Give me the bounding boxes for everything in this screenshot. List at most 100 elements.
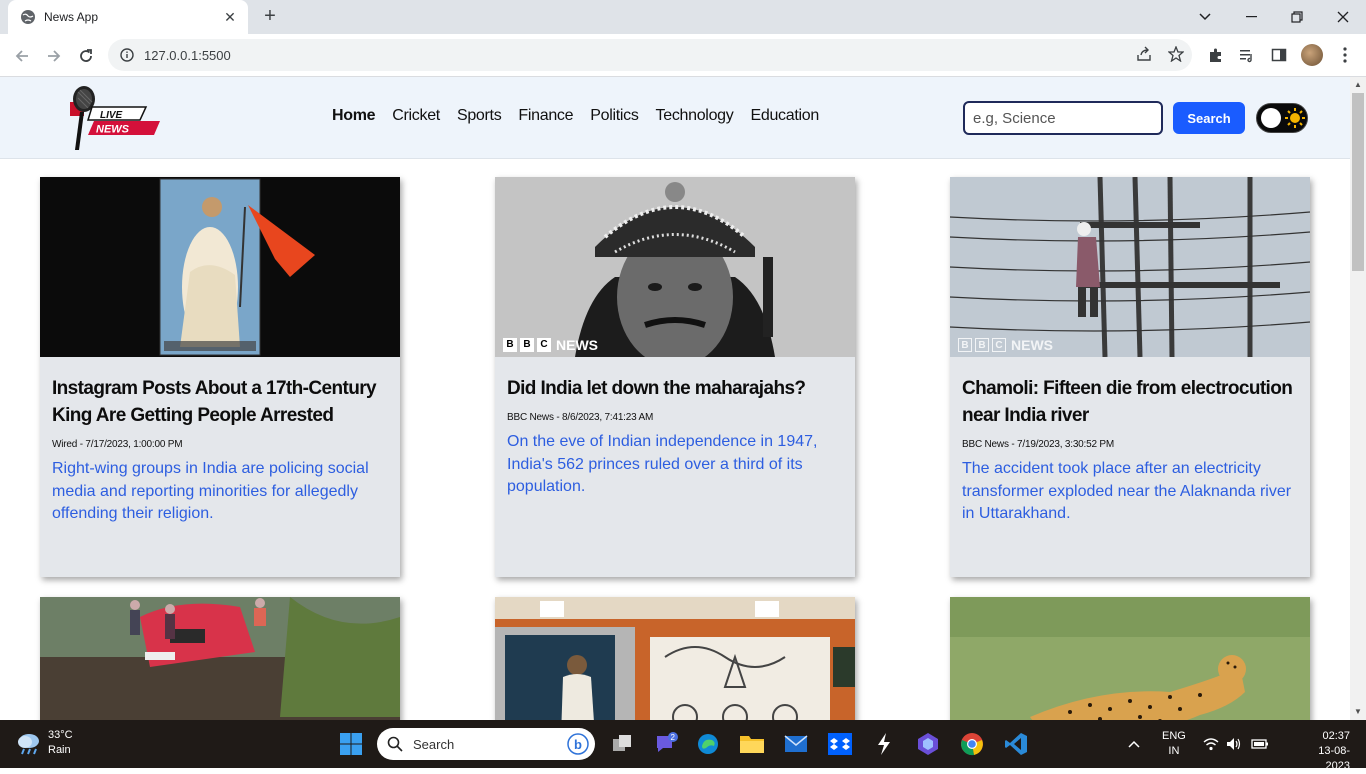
browser-tab[interactable]: News App ✕ xyxy=(8,0,248,34)
page-viewport: LIVE NEWS Home Cricket Sports Finance Po… xyxy=(0,77,1350,720)
tray-overflow-icon[interactable] xyxy=(1128,720,1140,768)
close-window-icon[interactable] xyxy=(1320,0,1366,34)
forward-arrow-icon[interactable] xyxy=(40,42,68,70)
news-card-image[interactable] xyxy=(495,597,855,720)
scroll-down-arrow-icon[interactable]: ▼ xyxy=(1353,707,1363,717)
nav-politics[interactable]: Politics xyxy=(590,107,639,125)
nav-home[interactable]: Home xyxy=(332,107,376,125)
copilot-app-icon[interactable] xyxy=(912,728,944,760)
battery-icon[interactable] xyxy=(1251,720,1269,768)
dropbox-icon[interactable] xyxy=(824,728,856,760)
news-card-description: Right-wing groups in India are policing … xyxy=(52,460,369,522)
sun-icon xyxy=(1285,108,1305,128)
news-card-source: BBC News - 7/19/2023, 3:30:52 PM xyxy=(962,439,1115,450)
language-indicator[interactable]: ENG IN xyxy=(1162,720,1186,768)
news-card-image[interactable] xyxy=(950,597,1310,720)
page-scrollbar[interactable]: ▲ ▼ xyxy=(1350,77,1366,720)
svg-text:b: b xyxy=(574,737,582,752)
file-explorer-icon[interactable] xyxy=(736,728,768,760)
news-card-body: Instagram Posts About a 17th-Century Kin… xyxy=(40,357,400,577)
task-view-icon[interactable] xyxy=(606,728,638,760)
main-nav: Home Cricket Sports Finance Politics Tec… xyxy=(332,107,836,125)
search-icon xyxy=(387,736,403,752)
search-input[interactable] xyxy=(963,101,1163,135)
taskbar-search-label: Search xyxy=(413,736,455,752)
news-card[interactable]: BBC NEWS Chamoli: Fifteen die from elect… xyxy=(950,177,1310,577)
chat-badge: 2 xyxy=(671,733,676,742)
volume-icon[interactable] xyxy=(1226,720,1242,768)
windows-taskbar: 33°C Rain Search b 2 ENG IN 02:37 13-08-… xyxy=(0,720,1366,772)
nav-technology[interactable]: Technology xyxy=(656,107,734,125)
news-card-source: Wired - 7/17/2023, 1:00:00 PM xyxy=(52,439,183,450)
news-card-image[interactable]: BBC NEWS xyxy=(495,177,855,357)
news-card-image[interactable]: BBC NEWS xyxy=(950,177,1310,357)
menu-kebab-icon[interactable] xyxy=(1334,44,1356,66)
bing-icon[interactable]: b xyxy=(567,733,589,755)
nav-cricket[interactable]: Cricket xyxy=(392,107,440,125)
logo-live-text: LIVE xyxy=(100,110,123,121)
news-card-description: The accident took place after an electri… xyxy=(962,460,1292,522)
scrollbar-thumb[interactable] xyxy=(1352,93,1364,271)
site-info-icon[interactable] xyxy=(120,48,134,62)
news-card-body: Chamoli: Fifteen die from electrocution … xyxy=(950,357,1310,577)
edge-icon[interactable] xyxy=(692,728,724,760)
tab-title: News App xyxy=(44,10,99,24)
bbc-news-badge: BBC NEWS xyxy=(503,337,598,353)
nav-education[interactable]: Education xyxy=(750,107,819,125)
globe-icon xyxy=(21,10,35,24)
bookmark-star-icon[interactable] xyxy=(1167,45,1185,67)
new-tab-button[interactable]: + xyxy=(258,5,282,29)
close-tab-icon[interactable]: ✕ xyxy=(222,9,238,26)
url-text: 127.0.0.1:5500 xyxy=(144,47,231,63)
profile-avatar[interactable] xyxy=(1301,44,1323,66)
weather-widget[interactable]: 33°C Rain xyxy=(16,728,73,758)
media-queue-icon[interactable] xyxy=(1236,44,1258,66)
system-clock[interactable]: 02:37 13-08-2023 xyxy=(1300,729,1350,774)
logo-news-text: NEWS xyxy=(96,124,130,136)
vscode-icon[interactable] xyxy=(1000,728,1032,760)
nav-sports[interactable]: Sports xyxy=(457,107,502,125)
search-button[interactable]: Search xyxy=(1173,102,1245,134)
news-card-title[interactable]: Did India let down the maharajahs? xyxy=(507,375,843,402)
news-card-description: On the eve of Indian independence in 194… xyxy=(507,433,818,495)
weather-desc: Rain xyxy=(48,744,71,756)
news-card-title[interactable]: Chamoli: Fifteen die from electrocution … xyxy=(962,375,1298,429)
weather-temp: 33°C xyxy=(48,729,73,741)
news-card-image[interactable] xyxy=(40,597,400,720)
news-card[interactable] xyxy=(40,597,400,720)
minimize-icon[interactable] xyxy=(1228,0,1274,34)
address-bar[interactable]: 127.0.0.1:5500 xyxy=(108,39,1192,71)
live-news-logo[interactable]: LIVE NEWS xyxy=(68,80,163,152)
teams-chat-icon[interactable]: 2 xyxy=(650,728,682,760)
news-card-image[interactable] xyxy=(40,177,400,357)
news-card[interactable] xyxy=(495,597,855,720)
restore-icon[interactable] xyxy=(1274,0,1320,34)
taskbar-search[interactable]: Search b xyxy=(377,728,595,760)
news-card[interactable]: Instagram Posts About a 17th-Century Kin… xyxy=(40,177,400,577)
news-card[interactable]: BBC NEWS Did India let down the maharaja… xyxy=(495,177,855,577)
tab-search-icon[interactable] xyxy=(1182,0,1228,34)
bbc-news-badge: BBC NEWS xyxy=(958,337,1053,353)
dark-mode-toggle[interactable] xyxy=(1256,103,1308,133)
scroll-up-arrow-icon[interactable]: ▲ xyxy=(1353,80,1363,90)
side-panel-icon[interactable] xyxy=(1268,44,1290,66)
windows-start-icon[interactable] xyxy=(335,728,367,760)
site-navbar: LIVE NEWS Home Cricket Sports Finance Po… xyxy=(0,77,1350,159)
nav-finance[interactable]: Finance xyxy=(518,107,573,125)
browser-toolbar: 127.0.0.1:5500 xyxy=(0,34,1366,77)
back-arrow-icon[interactable] xyxy=(8,42,36,70)
rain-cloud-icon xyxy=(18,734,39,755)
news-card-source: BBC News - 8/6/2023, 7:41:23 AM xyxy=(507,412,654,423)
chrome-icon[interactable] xyxy=(956,728,988,760)
reload-icon[interactable] xyxy=(72,42,100,70)
mail-icon[interactable] xyxy=(780,728,812,760)
bolt-app-icon[interactable] xyxy=(868,728,900,760)
news-card-body: Did India let down the maharajahs? BBC N… xyxy=(495,357,855,577)
news-card-title[interactable]: Instagram Posts About a 17th-Century Kin… xyxy=(52,375,388,429)
browser-tab-strip: News App ✕ + xyxy=(0,0,1366,34)
share-icon[interactable] xyxy=(1136,46,1152,67)
wifi-icon[interactable] xyxy=(1203,720,1219,768)
toggle-knob xyxy=(1261,108,1281,128)
news-card[interactable] xyxy=(950,597,1310,720)
extensions-puzzle-icon[interactable] xyxy=(1205,44,1227,66)
